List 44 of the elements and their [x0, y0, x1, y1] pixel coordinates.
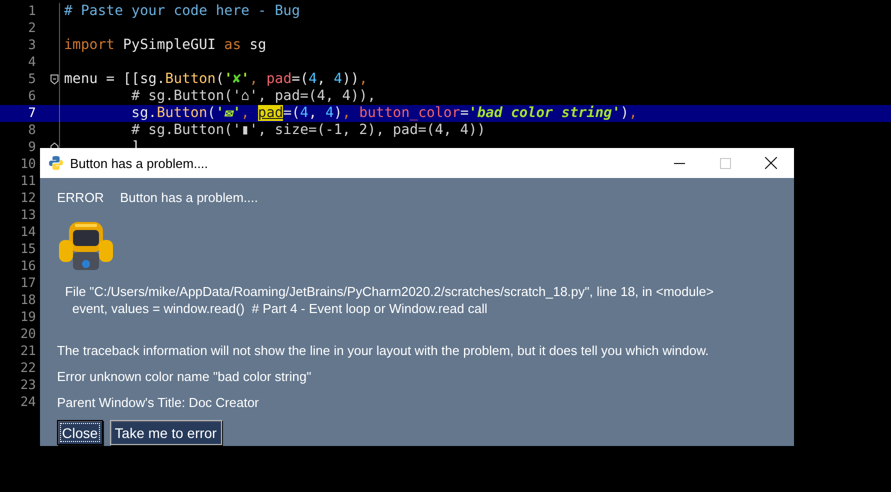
line-number: 23 [19, 378, 36, 393]
line-number: 15 [19, 242, 36, 257]
line-number: 13 [19, 208, 36, 223]
code-line: import PySimpleGUI as sg [63, 37, 266, 54]
line-number: 11 [19, 174, 36, 189]
line-number: 18 [19, 293, 36, 308]
line-number: 8 [27, 123, 36, 138]
line-number: 5 [27, 72, 36, 87]
maximize-icon [720, 158, 730, 168]
line-number: 2 [27, 21, 36, 36]
python-icon [48, 155, 64, 171]
line-number: 7 [27, 106, 36, 121]
dialog-button[interactable]: Take me to error [110, 420, 222, 445]
code-line: # sg.Button('▮', size=(-1, 2), pad=(4, 4)) [130, 122, 486, 139]
traceback-line: File "C:/Users/mike/AppData/Roaming/JetBrains/PyCharm2020.2/scratches/scratch_18.py", line 18, in <module> [65, 283, 715, 300]
code-line: sg.Button('✉', pad=(4, 4), button_color='bad color string'), [130, 105, 638, 122]
code-line: # sg.Button('⌂', pad=(4, 4)), [130, 88, 376, 105]
line-number: 19 [19, 310, 36, 325]
line-number: 1 [27, 4, 36, 19]
line-number: 21 [19, 344, 36, 359]
line-number: 22 [19, 361, 36, 376]
line-number: 12 [19, 191, 36, 206]
line-number: 20 [19, 327, 36, 342]
close-icon [765, 157, 777, 169]
line-number: 14 [19, 225, 36, 240]
line-number: 3 [27, 38, 36, 53]
fold-icon[interactable] [50, 74, 59, 85]
window-title: Button has a problem.... [70, 156, 210, 170]
line-number: 10 [19, 157, 36, 172]
line-number: 6 [27, 89, 36, 104]
line-number: 9 [27, 140, 36, 155]
line-number: 4 [27, 55, 36, 70]
code-line: menu = [[sg.Button('✘', pad=(4, 4)), [63, 71, 368, 88]
info-text: Parent Window's Title: Doc Creator [57, 394, 260, 411]
info-text: Error unknown color name "bad color string" [57, 368, 312, 385]
close-dialog-button[interactable]: Close [57, 420, 103, 445]
error-label: ERROR [57, 189, 104, 206]
error-message: Button has a problem.... [120, 189, 258, 206]
line-number: 16 [19, 259, 36, 274]
line-number: 24 [19, 395, 36, 410]
traceback-line: event, values = window.read() # Part 4 - Event loop or Window.read call [71, 300, 488, 317]
info-text: The traceback information will not show the line in your layout with the problem, but it does tell you which window. [57, 342, 710, 359]
line-number: 17 [19, 276, 36, 291]
code-line: # Paste your code here - Bug [63, 3, 300, 20]
